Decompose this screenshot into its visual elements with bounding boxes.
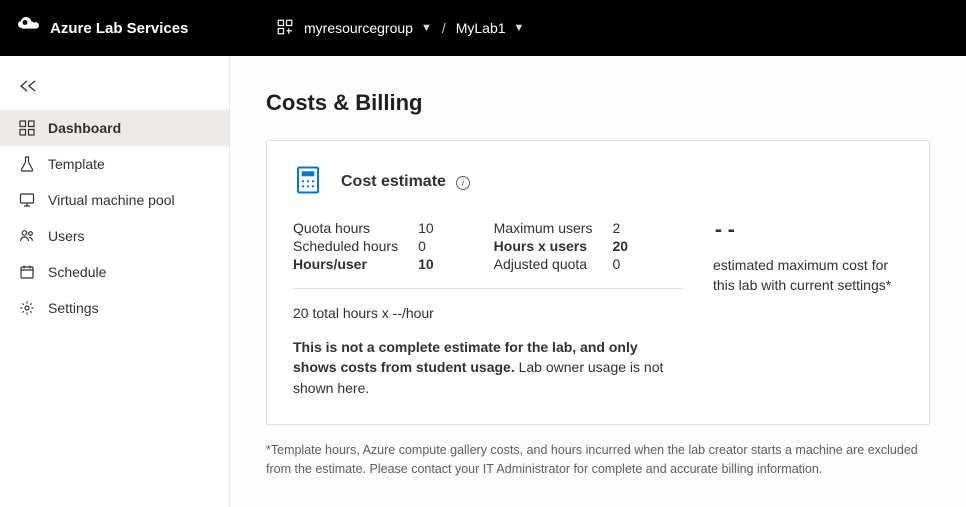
sidebar-item-template[interactable]: Template bbox=[0, 146, 229, 182]
breadcrumb: myresourcegroup ▼ / MyLab1 ▼ bbox=[276, 18, 524, 39]
scope-icon bbox=[276, 18, 294, 39]
main-content: Costs & Billing Cost est bbox=[230, 56, 966, 507]
metrics-column-left: Quota hours 10 Scheduled hours 0 Hours/u… bbox=[293, 220, 434, 272]
sidebar-item-label: Schedule bbox=[48, 264, 106, 280]
estimated-cost-value: -- bbox=[713, 220, 903, 241]
gear-icon bbox=[18, 299, 36, 317]
chevron-down-icon: ▼ bbox=[514, 22, 525, 34]
top-bar: Azure Lab Services myresourcegroup ▼ / M… bbox=[0, 0, 966, 56]
card-title: Cost estimate bbox=[341, 173, 446, 190]
sidebar-item-schedule[interactable]: Schedule bbox=[0, 254, 229, 290]
metrics-column-right: Maximum users 2 Hours x users 20 Adjuste… bbox=[494, 220, 628, 272]
collapse-sidebar-button[interactable] bbox=[18, 76, 42, 96]
breadcrumb-separator: / bbox=[442, 20, 446, 36]
calendar-icon bbox=[18, 263, 36, 281]
sidebar-item-label: Template bbox=[48, 156, 105, 172]
disclaimer-text: This is not a complete estimate for the … bbox=[293, 337, 683, 398]
sidebar-item-vm-pool[interactable]: Virtual machine pool bbox=[0, 182, 229, 218]
estimate-column: -- estimated maximum cost for this lab w… bbox=[713, 220, 903, 398]
chevron-down-icon: ▼ bbox=[421, 22, 432, 34]
divider bbox=[293, 288, 683, 289]
sidebar-item-label: Users bbox=[48, 228, 85, 244]
brand-label: Azure Lab Services bbox=[50, 20, 188, 37]
sidebar-item-settings[interactable]: Settings bbox=[0, 290, 229, 326]
breadcrumb-resource-group[interactable]: myresourcegroup ▼ bbox=[304, 20, 432, 36]
cost-estimate-card: Cost estimate i Quota hours 10 Scheduled… bbox=[266, 140, 930, 425]
monitor-icon bbox=[18, 191, 36, 209]
calculator-icon bbox=[293, 165, 323, 198]
page-title: Costs & Billing bbox=[266, 90, 930, 116]
users-icon bbox=[18, 227, 36, 245]
dashboard-icon bbox=[18, 119, 36, 137]
sidebar: Dashboard Template Virtual machine pool bbox=[0, 56, 230, 507]
breadcrumb-lab[interactable]: MyLab1 ▼ bbox=[456, 20, 525, 36]
sidebar-item-label: Virtual machine pool bbox=[48, 192, 175, 208]
sidebar-item-label: Settings bbox=[48, 300, 99, 316]
info-icon[interactable]: i bbox=[456, 176, 470, 190]
sidebar-item-label: Dashboard bbox=[48, 120, 121, 136]
sidebar-item-dashboard[interactable]: Dashboard bbox=[0, 110, 229, 146]
brand[interactable]: Azure Lab Services bbox=[16, 14, 276, 42]
azure-logo-icon bbox=[16, 14, 40, 42]
flask-icon bbox=[18, 155, 36, 173]
footnote: *Template hours, Azure compute gallery c… bbox=[266, 441, 930, 479]
estimated-cost-label: estimated maximum cost for this lab with… bbox=[713, 255, 903, 296]
sidebar-item-users[interactable]: Users bbox=[0, 218, 229, 254]
summary-line: 20 total hours x --/hour bbox=[293, 305, 683, 321]
